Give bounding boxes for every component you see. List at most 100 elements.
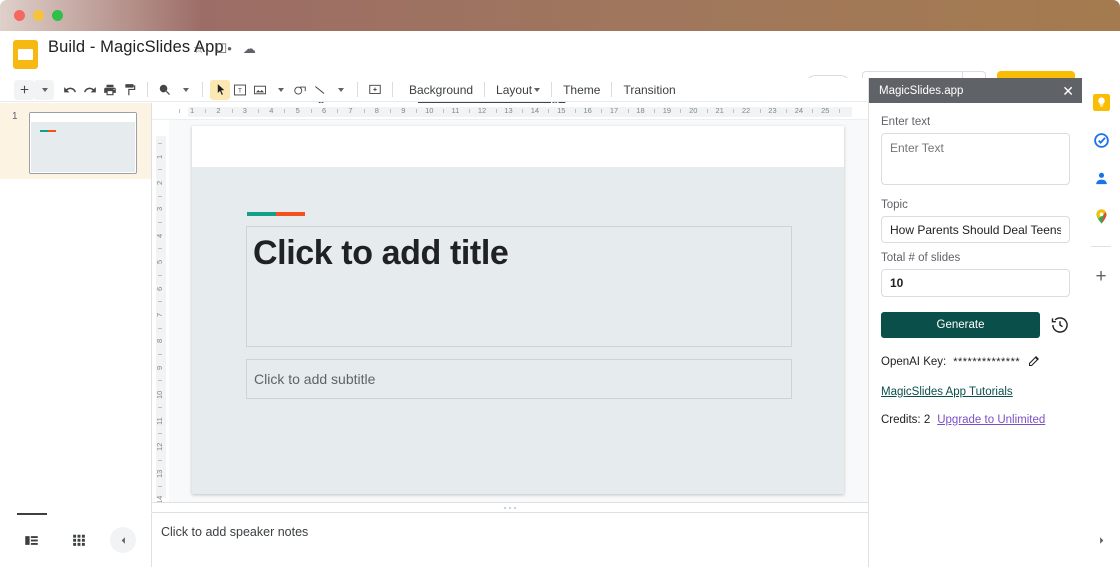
chevron-down-icon bbox=[534, 88, 540, 92]
ruler-minor-tick bbox=[469, 109, 470, 113]
ruler-minor-tick bbox=[548, 109, 549, 113]
title-placeholder[interactable]: Click to add title bbox=[246, 226, 792, 347]
total-slides-input[interactable] bbox=[881, 269, 1070, 297]
enter-text-input[interactable] bbox=[881, 133, 1070, 185]
google-keep-icon[interactable] bbox=[1091, 92, 1111, 112]
undo-button[interactable] bbox=[60, 80, 80, 100]
tutorials-link[interactable]: MagicSlides App Tutorials bbox=[881, 386, 1070, 398]
filmstrip-slide-1[interactable]: 1 bbox=[0, 103, 151, 179]
notes-splitter[interactable] bbox=[152, 502, 868, 512]
print-button[interactable] bbox=[100, 80, 120, 100]
zoom-dropdown[interactable] bbox=[175, 80, 195, 100]
background-button[interactable]: Background bbox=[400, 83, 482, 97]
grid-view-button[interactable] bbox=[62, 523, 96, 557]
openai-key-row: OpenAI Key: ************** bbox=[881, 353, 1070, 371]
pencil-icon[interactable] bbox=[1027, 353, 1042, 371]
transition-button[interactable]: Transition bbox=[614, 83, 684, 97]
new-slide-dropdown[interactable] bbox=[34, 80, 54, 100]
ruler-tick-label: 6 bbox=[155, 286, 164, 290]
slide-accent-bar bbox=[247, 212, 305, 216]
redo-button[interactable] bbox=[80, 80, 100, 100]
chevron-down-icon bbox=[338, 88, 344, 92]
star-icon[interactable]: ☆ bbox=[193, 42, 205, 55]
svg-text:T: T bbox=[238, 87, 242, 94]
close-window-button[interactable] bbox=[14, 10, 25, 21]
ruler-minor-tick bbox=[601, 109, 602, 113]
ruler-tick-label: 9 bbox=[155, 366, 164, 370]
paint-format-button[interactable] bbox=[120, 80, 140, 100]
ruler-minor-tick bbox=[654, 109, 655, 113]
speaker-notes-pane[interactable]: Click to add speaker notes bbox=[152, 512, 868, 567]
text-box-button[interactable]: T bbox=[230, 80, 250, 100]
google-tasks-icon[interactable] bbox=[1091, 130, 1111, 150]
ruler-minor-tick bbox=[179, 109, 180, 113]
upgrade-link[interactable]: Upgrade to Unlimited bbox=[937, 414, 1045, 426]
get-addons-button[interactable]: + bbox=[1095, 267, 1106, 286]
topic-label: Topic bbox=[881, 199, 1070, 211]
google-maps-icon[interactable] bbox=[1091, 206, 1111, 226]
chevron-right-icon[interactable] bbox=[1096, 535, 1107, 549]
maximize-window-button[interactable] bbox=[52, 10, 63, 21]
zoom-button[interactable] bbox=[155, 80, 175, 100]
ruler-minor-tick bbox=[733, 109, 734, 113]
shape-button[interactable] bbox=[290, 80, 310, 100]
ruler-track bbox=[188, 107, 852, 117]
insert-image-dropdown[interactable] bbox=[270, 80, 290, 100]
ruler-tick-label: 25 bbox=[821, 106, 829, 115]
new-slide-button[interactable] bbox=[14, 80, 34, 100]
close-icon[interactable]: ✕ bbox=[1062, 84, 1074, 98]
google-contacts-icon[interactable] bbox=[1091, 168, 1111, 188]
line-dropdown[interactable] bbox=[330, 80, 350, 100]
ruler-minor-tick bbox=[158, 301, 162, 302]
move-to-folder-icon[interactable]: ☐• bbox=[216, 42, 232, 55]
ruler-minor-tick bbox=[158, 222, 162, 223]
divider bbox=[147, 82, 148, 97]
filmstrip-view-button[interactable] bbox=[15, 523, 49, 557]
insert-image-button[interactable] bbox=[250, 80, 270, 100]
hide-filmstrip-button[interactable] bbox=[110, 527, 136, 553]
layout-button[interactable]: Layout bbox=[487, 83, 549, 97]
ruler-tick-label: 11 bbox=[452, 106, 460, 115]
ruler-minor-tick bbox=[707, 109, 708, 113]
enter-text-label: Enter text bbox=[881, 116, 1070, 128]
ruler-tick-label: 9 bbox=[401, 106, 405, 115]
add-comment-button[interactable] bbox=[365, 80, 385, 100]
vertical-ruler[interactable]: 1234567891011121314 bbox=[152, 120, 169, 502]
ruler-minor-tick bbox=[158, 380, 162, 381]
horizontal-ruler[interactable]: 1234567891011121314151617181920212223242… bbox=[152, 103, 868, 120]
chevron-down-icon bbox=[42, 88, 48, 92]
ruler-minor-tick bbox=[158, 275, 162, 276]
minimize-window-button[interactable] bbox=[33, 10, 44, 21]
ruler-minor-tick bbox=[232, 109, 233, 113]
line-button[interactable] bbox=[310, 80, 330, 100]
divider bbox=[357, 82, 358, 97]
slide-thumbnail[interactable] bbox=[29, 112, 137, 174]
thumbnail-white-band bbox=[30, 113, 136, 122]
ruler-tick-label: 17 bbox=[610, 106, 618, 115]
docs-header: Build - MagicSlides App ☆ ☐• ☁ File Edit… bbox=[0, 31, 1120, 78]
ruler-tick-label: 4 bbox=[269, 106, 273, 115]
openai-key-masked: ************** bbox=[953, 356, 1020, 368]
history-icon[interactable] bbox=[1050, 315, 1070, 335]
window-controls bbox=[14, 10, 63, 21]
google-slides-logo-icon bbox=[13, 40, 38, 69]
ruler-minor-tick bbox=[760, 109, 761, 113]
generate-button[interactable]: Generate bbox=[881, 312, 1040, 338]
side-panel-rail: + bbox=[1082, 78, 1120, 567]
ruler-tick-label: 4 bbox=[155, 234, 164, 238]
topic-input[interactable] bbox=[881, 216, 1070, 243]
theme-button[interactable]: Theme bbox=[554, 83, 609, 97]
openai-key-label: OpenAI Key: bbox=[881, 356, 946, 368]
macos-titlebar bbox=[0, 0, 1120, 31]
chevron-down-icon bbox=[278, 88, 284, 92]
cloud-saved-icon[interactable]: ☁ bbox=[243, 42, 256, 55]
ruler-tick-label: 5 bbox=[296, 106, 300, 115]
current-slide[interactable]: Click to add title Click to add subtitle bbox=[192, 126, 844, 494]
ruler-tick-label: 13 bbox=[155, 469, 164, 477]
select-tool-button[interactable] bbox=[210, 80, 230, 100]
ruler-minor-tick bbox=[258, 109, 259, 113]
ruler-tick-label: 12 bbox=[155, 443, 164, 451]
slide-canvas-area[interactable]: Click to add title Click to add subtitle bbox=[169, 120, 868, 502]
divider bbox=[551, 82, 552, 97]
subtitle-placeholder[interactable]: Click to add subtitle bbox=[246, 359, 792, 399]
